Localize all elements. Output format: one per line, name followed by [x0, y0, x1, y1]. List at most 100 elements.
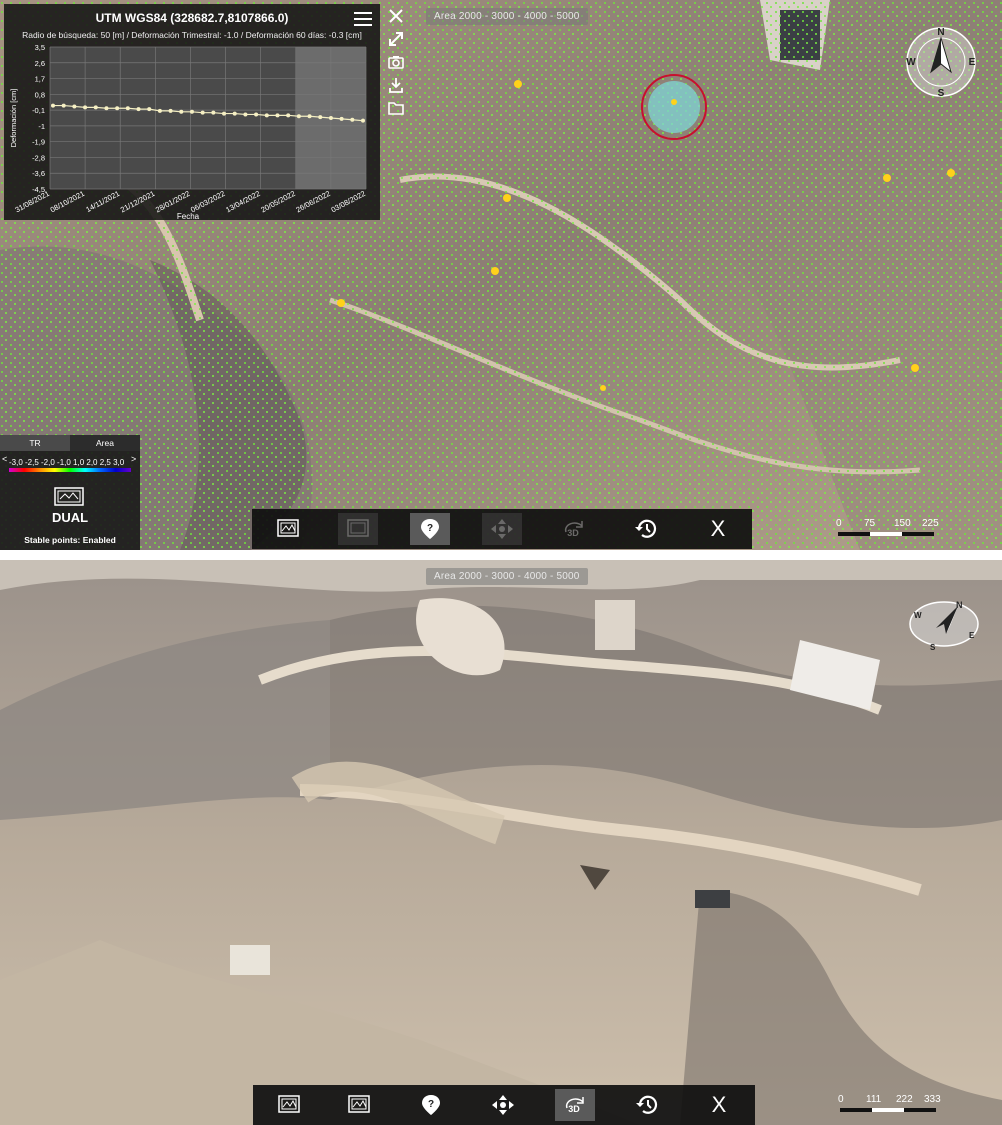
compass-s: S: [938, 88, 945, 99]
chart-point: [104, 106, 109, 111]
close-toolbar-button[interactable]: X: [698, 513, 738, 545]
chart-point: [254, 112, 259, 117]
chart-point: [318, 115, 323, 120]
close-toolbar-button-bottom[interactable]: X: [699, 1089, 739, 1121]
chart-xtick-label: 26/06/2022: [294, 189, 331, 215]
stable-points-status: Stable points: Enabled: [24, 535, 116, 545]
compass-3d-s: S: [930, 643, 936, 652]
map-toolbar-bottom: ? 3D X: [253, 1085, 755, 1125]
chart-point: [232, 111, 237, 116]
legend-color-bar: [9, 468, 131, 472]
chart-point: [136, 107, 141, 112]
chart-ytick-label: -0,1: [32, 106, 45, 115]
dual-map-button[interactable]: [338, 513, 378, 545]
chart-xtick-label: 28/01/2022: [154, 189, 191, 215]
deformation-chart: 3,52,61,70,8-0,1-1-1,9-2,8-3,6-4,531/08/…: [9, 43, 367, 220]
scale-label-1: 75: [864, 518, 876, 529]
chart-ytick-label: 3,5: [35, 43, 45, 52]
chart-point: [125, 106, 130, 111]
chart-point: [115, 106, 120, 111]
area-label: Area 2000 - 3000 - 4000 - 5000: [426, 8, 588, 25]
map-layer-button-bottom[interactable]: [269, 1089, 309, 1121]
map-layer-icon: [278, 1095, 300, 1113]
chart-point: [61, 103, 66, 108]
chart-point: [275, 113, 280, 118]
chart-point: [296, 114, 301, 119]
chart-xtick-label: 06/03/2022: [189, 189, 226, 215]
folder-icon[interactable]: [385, 97, 407, 119]
chart-ylabel: Deformación [cm]: [9, 89, 18, 148]
compass-3d-e: E: [969, 631, 975, 640]
pan-button-bottom[interactable]: [483, 1089, 523, 1121]
compass-e: E: [969, 57, 976, 68]
dual-map-button-icon: [348, 1095, 370, 1113]
pan-button[interactable]: [482, 513, 522, 545]
scale-label-0: 0: [836, 518, 842, 529]
bottom-map-view[interactable]: Area 2000 - 3000 - 4000 - 5000 N S E W ?…: [0, 560, 1002, 1125]
map-layer-icon: [277, 519, 299, 537]
info-marker-button-bottom[interactable]: ?: [411, 1089, 451, 1121]
legend-prev-arrow[interactable]: <: [2, 454, 7, 464]
area-label-bottom: Area 2000 - 3000 - 4000 - 5000: [426, 568, 588, 585]
scale-label-3: 225: [922, 518, 939, 529]
expand-icon[interactable]: [385, 28, 407, 50]
3d-rotate-icon: 3D: [565, 1097, 584, 1114]
chart-ytick-label: -1,9: [32, 138, 45, 147]
chart-point: [168, 108, 173, 113]
legend-next-arrow[interactable]: >: [131, 454, 136, 464]
chart-xtick-label: 14/11/2021: [84, 189, 121, 214]
svg-text:?: ?: [428, 1099, 434, 1110]
chart-ytick-label: 1,7: [35, 75, 45, 84]
chart-point: [200, 110, 205, 115]
svg-text:?: ?: [427, 523, 433, 534]
chart-point: [361, 118, 365, 123]
history-button-bottom[interactable]: [627, 1089, 667, 1121]
download-icon[interactable]: [385, 74, 407, 96]
chart-point: [264, 113, 269, 118]
tab-area[interactable]: Area: [70, 435, 140, 451]
deformation-chart-panel: UTM WGS84 (328682.7,8107866.0) Radio de …: [4, 4, 380, 220]
chart-point: [147, 107, 152, 112]
compass-3d-icon[interactable]: N S E W: [906, 596, 982, 652]
chart-point: [157, 108, 162, 113]
chart-point: [72, 104, 77, 109]
camera-icon[interactable]: [385, 51, 407, 73]
3d-view-button[interactable]: 3D: [554, 513, 594, 545]
history-icon: [635, 519, 657, 538]
top-map-view[interactable]: Area 2000 - 3000 - 4000 - 5000 UTM WGS84…: [0, 0, 1002, 550]
chart-point: [350, 117, 355, 122]
close-icon[interactable]: [385, 5, 407, 27]
chart-point: [189, 109, 194, 114]
tab-tr[interactable]: TR: [0, 435, 70, 451]
chart-point: [328, 116, 333, 120]
chart-point: [51, 103, 55, 108]
3d-rotate-icon: 3D: [564, 521, 583, 538]
history-button[interactable]: [626, 513, 666, 545]
3d-label: 3D: [567, 528, 579, 538]
satellite-map-3d[interactable]: [0, 560, 1002, 1125]
scale-label-bottom-3: 333: [924, 1094, 941, 1105]
dual-map-button-bottom[interactable]: [339, 1089, 379, 1121]
chart-point: [339, 116, 344, 121]
compass-icon[interactable]: N S E W: [903, 24, 979, 100]
map-toolbar: ? 3D X: [252, 509, 752, 549]
scale-label-bottom-2: 222: [896, 1094, 913, 1105]
info-marker-button[interactable]: ?: [410, 513, 450, 545]
dual-map-icon[interactable]: [53, 485, 85, 507]
compass-w: W: [906, 57, 916, 68]
chart-point: [307, 114, 312, 119]
chart-ytick-label: -3,6: [32, 169, 45, 178]
compass-3d-w: W: [914, 611, 922, 620]
chart-point: [286, 113, 291, 118]
dual-map-button-icon: [347, 519, 369, 537]
3d-view-button-bottom[interactable]: 3D: [555, 1089, 595, 1121]
map-layer-button[interactable]: [268, 513, 308, 545]
chart-xtick-label: 21/12/2021: [119, 189, 156, 215]
chart-point: [179, 109, 184, 114]
chart-xlabel: Fecha: [177, 212, 200, 220]
move-arrows-icon: [491, 519, 513, 539]
chart-point: [83, 105, 88, 110]
chart-xtick-label: 03/08/2022: [330, 189, 367, 215]
chart-ytick-label: 0,8: [35, 90, 45, 99]
chart-ytick-label: -1: [38, 122, 45, 131]
